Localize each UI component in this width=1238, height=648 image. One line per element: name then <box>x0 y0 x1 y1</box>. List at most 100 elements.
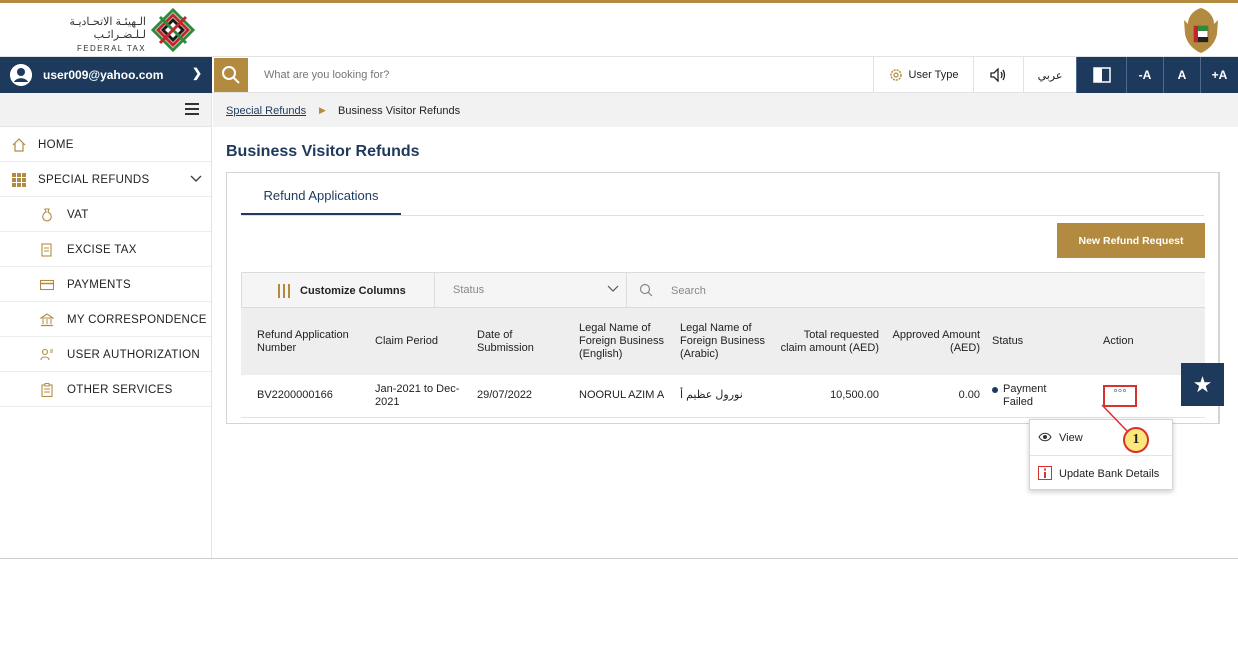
customize-columns-label: Customize Columns <box>300 285 406 297</box>
language-toggle[interactable]: عربي <box>1023 57 1076 93</box>
font-decrease-button[interactable]: -A <box>1126 57 1163 93</box>
cell-legal-name-english: NOORUL AZIM A <box>579 389 665 402</box>
header-total-requested[interactable]: Total requested claim amount (AED) <box>774 308 885 375</box>
sidebar-item-user-authorization[interactable]: USER AUTHORIZATION <box>0 337 211 372</box>
sidebar-item-label: OTHER SERVICES <box>67 384 173 396</box>
breadcrumb-arrow-icon: ▶ <box>319 105 326 115</box>
user-menu[interactable]: user009@yahoo.com ❯ <box>0 57 212 93</box>
breadcrumb-special-refunds[interactable]: Special Refunds <box>226 105 306 117</box>
sidebar-item-other-services[interactable]: OTHER SERVICES <box>0 372 211 407</box>
cell-approved-amount: 0.00 <box>958 389 980 402</box>
chevron-down-icon[interactable]: ❯ <box>192 66 202 80</box>
document-tax-icon <box>41 243 52 257</box>
search-button[interactable] <box>214 58 248 92</box>
card-icon <box>40 279 54 291</box>
font-increase-label: +A <box>1211 68 1228 82</box>
table-row: BV2200000166 Jan-2021 to Dec-2021 29/07/… <box>241 375 1205 417</box>
money-bag-icon <box>42 208 52 222</box>
global-search-input[interactable] <box>254 63 854 87</box>
sidebar-item-excise-tax[interactable]: EXCISE TAX <box>0 232 211 267</box>
breadcrumb-current: Business Visitor Refunds <box>338 105 461 117</box>
action-menu-update-bank-details[interactable]: Update Bank Details <box>1030 456 1172 491</box>
sidebar-item-special-refunds[interactable]: SPECIAL REFUNDS <box>0 162 211 197</box>
top-navbar: user009@yahoo.com ❯ User Type عربي -A <box>0 57 1238 93</box>
sidebar-toggle-row <box>0 93 211 127</box>
header: الـهيئـة الاتحـاديـة لـلـضـرائـب FEDERAL… <box>0 3 1238 66</box>
speaker-icon <box>989 68 1005 82</box>
sidebar-item-label: EXCISE TAX <box>67 244 137 256</box>
status-badge: Payment Failed <box>1003 382 1047 408</box>
hamburger-icon[interactable] <box>185 103 199 115</box>
cell-status: Payment Failed <box>986 375 1087 417</box>
sidebar-item-home[interactable]: HOME <box>0 127 211 162</box>
table-search-field[interactable]: Search <box>627 273 1205 307</box>
refund-applications-table: Refund Application Number Claim Period D… <box>241 308 1205 418</box>
cell-claim-period: Jan-2021 to Dec-2021 <box>375 382 460 408</box>
favorite-star-button[interactable]: ★ <box>1181 363 1224 406</box>
header-date-of-submission[interactable]: Date of Submission <box>471 308 573 375</box>
table-search-placeholder: Search <box>671 285 706 297</box>
logo-arabic-text: الـهيئـة الاتحـاديـة لـلـضـرائـب <box>69 16 146 41</box>
customize-columns-button[interactable]: Customize Columns <box>242 273 435 307</box>
institution-icon <box>40 313 54 327</box>
header-refund-number[interactable]: Refund Application Number <box>241 308 369 375</box>
status-dot-icon <box>992 386 998 393</box>
status-filter-select[interactable]: Status <box>435 273 627 307</box>
sidebar-item-payments[interactable]: PAYMENTS <box>0 267 211 302</box>
home-icon <box>12 138 26 152</box>
language-label: عربي <box>1037 69 1063 82</box>
sidebar-item-vat[interactable]: VAT <box>0 197 211 232</box>
gear-icon <box>889 69 902 81</box>
clipboard-icon <box>41 383 53 397</box>
tab-refund-applications[interactable]: Refund Applications <box>241 173 401 216</box>
new-refund-request-button[interactable]: New Refund Request <box>1057 223 1205 258</box>
font-decrease-label: -A <box>1138 68 1152 82</box>
contrast-button[interactable] <box>1076 57 1126 93</box>
search-icon <box>639 283 653 297</box>
sidebar-item-label: PAYMENTS <box>67 279 131 291</box>
sidebar-item-label: VAT <box>67 209 89 221</box>
user-avatar-icon <box>10 64 32 86</box>
sidebar-item-label: SPECIAL REFUNDS <box>38 174 150 186</box>
header-legal-name-english[interactable]: Legal Name of Foreign Business (English) <box>573 308 674 375</box>
page-bottom-border <box>0 558 1238 559</box>
search-icon <box>222 66 240 84</box>
header-status[interactable]: Status <box>986 308 1087 375</box>
header-approved-amount[interactable]: Approved Amount (AED) <box>885 308 986 375</box>
refund-applications-card: Refund Applications New Refund Request C… <box>226 172 1219 424</box>
speaker-button[interactable] <box>973 57 1023 93</box>
font-normal-label: A <box>1177 68 1187 82</box>
eye-icon <box>1038 432 1052 442</box>
header-legal-name-arabic[interactable]: Legal Name of Foreign Business (Arabic) <box>674 308 774 375</box>
sidebar-item-label: HOME <box>38 139 74 151</box>
user-type-label: User Type <box>908 69 959 81</box>
status-filter-placeholder: Status <box>453 284 485 296</box>
table-toolbar: Customize Columns Status Search <box>241 272 1205 308</box>
sidebar: HOME SPECIAL REFUNDS VAT EXCISE TAX PAYM… <box>0 93 212 558</box>
cell-refund-number: BV2200000166 <box>257 389 333 402</box>
page-title: Business Visitor Refunds <box>226 143 420 160</box>
table-header-row: Refund Application Number Claim Period D… <box>241 308 1205 375</box>
sidebar-item-my-correspondence[interactable]: MY CORRESPONDENCE <box>0 302 211 337</box>
user-email: user009@yahoo.com <box>43 68 164 82</box>
breadcrumb: Special Refunds ▶ Business Visitor Refun… <box>213 93 1238 127</box>
columns-icon <box>278 284 292 298</box>
contrast-icon <box>1092 67 1111 83</box>
star-icon: ★ <box>1192 372 1213 397</box>
action-menu-update-label: Update Bank Details <box>1059 468 1160 480</box>
step-marker: 1 <box>1123 427 1149 453</box>
header-claim-period[interactable]: Claim Period <box>369 308 471 375</box>
cell-legal-name-arabic: نورول عظيم أ <box>680 389 743 402</box>
action-menu-view-label: View <box>1059 432 1083 444</box>
cell-total-requested: 10,500.00 <box>830 389 879 402</box>
user-type-button[interactable]: User Type <box>873 57 973 93</box>
uae-emblem-icon <box>1184 8 1218 53</box>
tab-divider <box>241 215 1204 216</box>
cell-date-of-submission: 29/07/2022 <box>477 389 533 402</box>
sidebar-item-label: MY CORRESPONDENCE <box>67 314 207 326</box>
fta-logo-icon[interactable] <box>150 7 196 53</box>
font-increase-button[interactable]: +A <box>1200 57 1238 93</box>
font-normal-button[interactable]: A <box>1163 57 1200 93</box>
user-key-icon <box>40 348 53 361</box>
chevron-down-icon[interactable] <box>190 173 202 185</box>
